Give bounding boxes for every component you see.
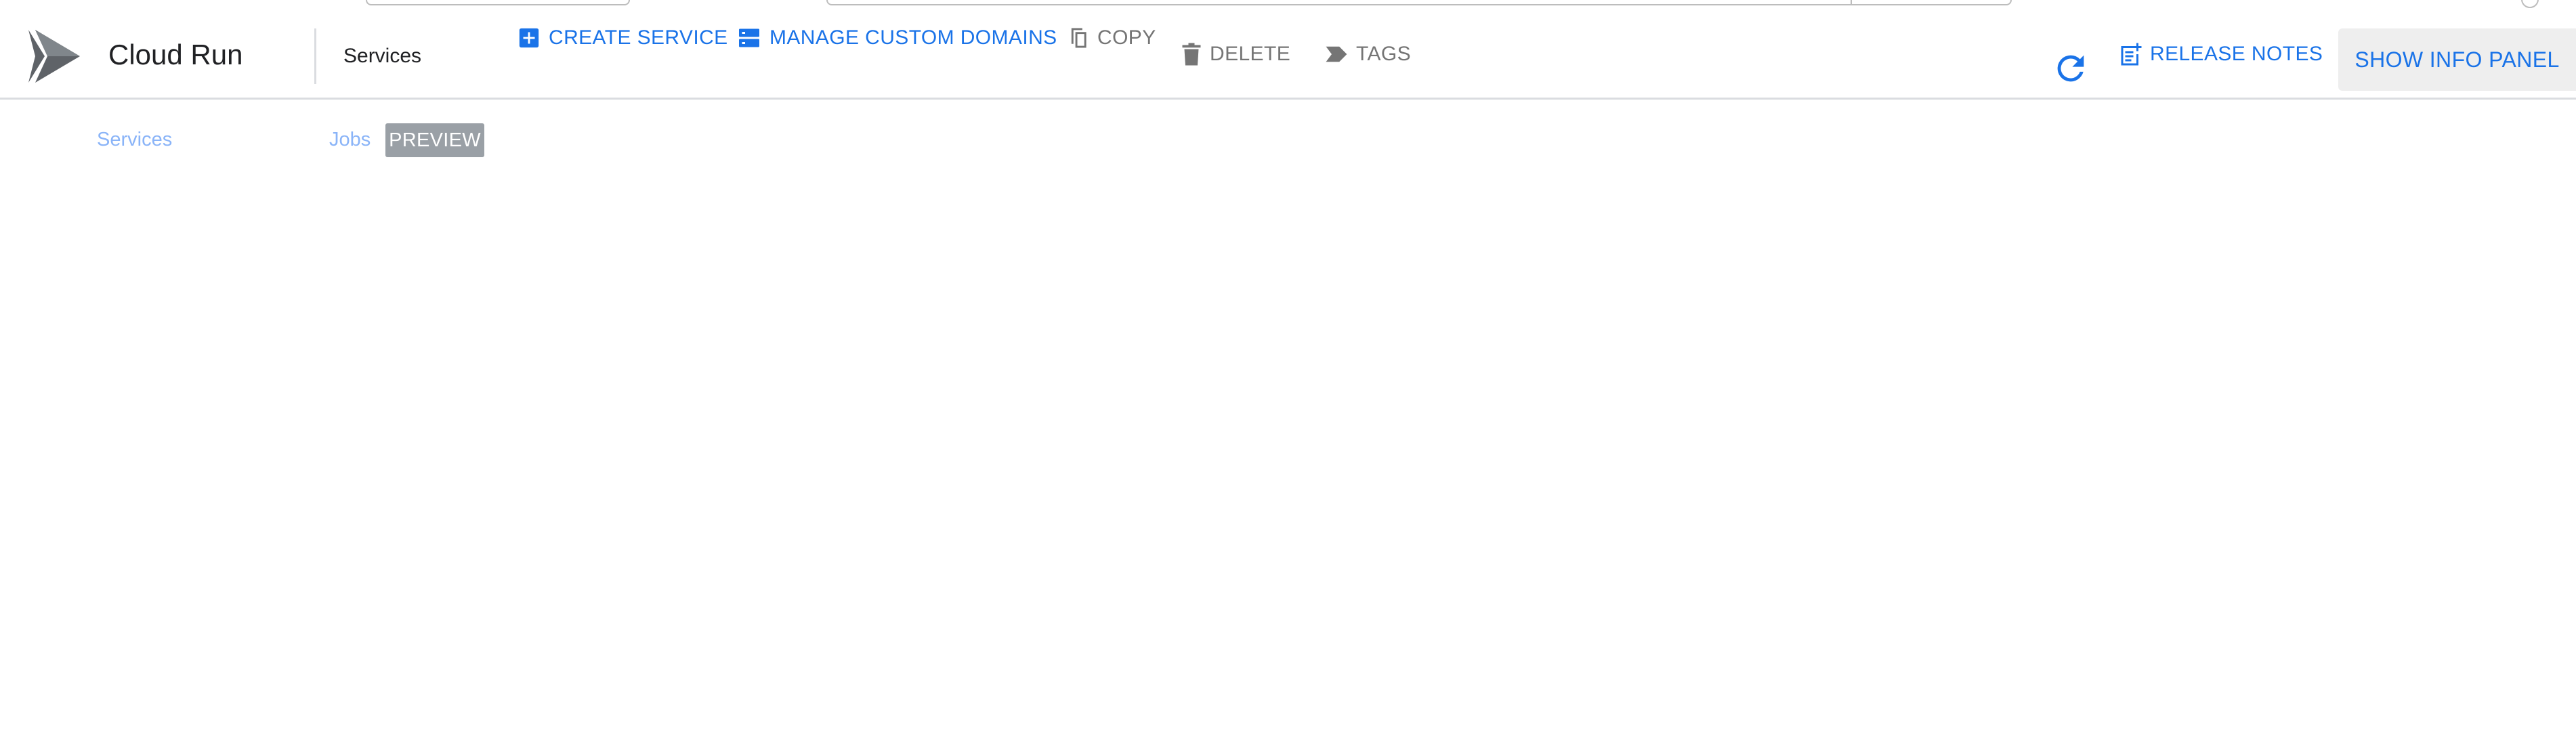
browser-button-remnant [2521, 0, 2539, 8]
delete-label: DELETE [1210, 43, 1291, 65]
preview-badge: PREVIEW [385, 123, 484, 157]
tags-button[interactable]: TAGS [1325, 42, 1411, 66]
product-title: Cloud Run [108, 39, 243, 70]
refresh-icon[interactable] [2051, 49, 2090, 88]
release-notes-icon [2121, 43, 2142, 66]
create-service-button[interactable]: CREATE SERVICE [518, 26, 728, 50]
copy-button[interactable]: COPY [1068, 26, 1156, 50]
browser-field-remnant [366, 0, 630, 5]
create-service-label: CREATE SERVICE [549, 26, 728, 49]
title-divider [314, 28, 316, 84]
show-info-panel-button[interactable]: SHOW INFO PANEL [2338, 28, 2576, 91]
cloud-run-page: Cloud Run Services CREATE SERVICE MANAGE… [0, 0, 2576, 729]
trash-icon [1182, 43, 1201, 66]
copy-icon [1071, 28, 1086, 48]
tab-bar: Services Jobs PREVIEW [0, 122, 2576, 163]
content-area [0, 169, 2576, 729]
copy-label: COPY [1097, 26, 1156, 49]
delete-button[interactable]: DELETE [1181, 42, 1290, 66]
manage-custom-domains-label: MANAGE CUSTOM DOMAINS [769, 26, 1057, 49]
cloud-run-logo-icon [28, 30, 80, 83]
release-notes-label: RELEASE NOTES [2150, 43, 2323, 65]
page-title: Services [343, 45, 422, 67]
manage-custom-domains-button[interactable]: MANAGE CUSTOM DOMAINS [737, 26, 1057, 50]
add-box-icon [519, 28, 539, 48]
page-header: Cloud Run Services CREATE SERVICE MANAGE… [0, 14, 2576, 100]
tab-jobs[interactable]: Jobs [329, 127, 371, 152]
tag-icon [1326, 46, 1347, 62]
tab-services[interactable]: Services [97, 127, 172, 152]
release-notes-button[interactable]: RELEASE NOTES [2119, 42, 2323, 66]
tags-label: TAGS [1356, 43, 1412, 65]
browser-chrome-remnant [0, 0, 2576, 8]
browser-address-remnant [826, 0, 2012, 5]
domains-list-icon [739, 28, 759, 47]
